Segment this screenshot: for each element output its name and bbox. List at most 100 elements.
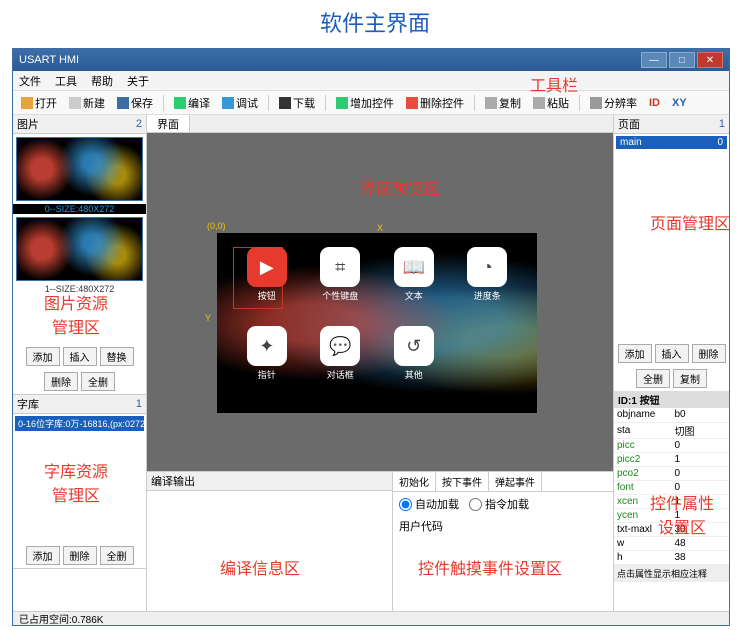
prop-key: xcen	[614, 494, 672, 508]
paste-button[interactable]: 粘贴	[529, 94, 573, 112]
font-add-button[interactable]: 添加	[26, 546, 60, 565]
prop-value[interactable]: 48	[672, 536, 730, 550]
font-delete-button[interactable]: 删除	[63, 546, 97, 565]
event-tab-init[interactable]: 初始化	[393, 472, 436, 491]
titlebar: USART HMI — □ ✕	[13, 49, 729, 71]
radio-cmdload-input[interactable]	[469, 498, 482, 511]
app-icon-3[interactable]: ◔进度条	[454, 247, 522, 320]
img-delall-button[interactable]: 全删	[81, 372, 115, 391]
download-icon	[279, 97, 291, 109]
font-delall-button[interactable]: 全删	[100, 546, 134, 565]
res-button[interactable]: 分辨率	[586, 94, 641, 112]
open-icon	[21, 97, 33, 109]
canvas-area[interactable]: (0,0) X Y ▶按钮⌗个性键盘📖文本◔进度条✦指针💬对话框↺其他	[147, 133, 613, 471]
prop-row[interactable]: txt-maxl30	[614, 522, 729, 536]
app-icon-0[interactable]: ▶按钮	[233, 247, 301, 320]
download-button[interactable]: 下载	[275, 94, 319, 112]
page-add-button[interactable]: 添加	[618, 344, 652, 363]
event-tab-release[interactable]: 弹起事件	[489, 472, 542, 491]
app-icon-5[interactable]: 💬对话框	[307, 326, 375, 399]
prop-row[interactable]: objnameb0	[614, 408, 729, 422]
app-icon-glyph: ↺	[394, 326, 434, 366]
app-icon-label: 对话框	[327, 368, 354, 381]
prop-value[interactable]: 0	[672, 438, 730, 452]
x-ruler: X	[377, 223, 383, 233]
prop-value[interactable]: 1	[672, 494, 730, 508]
page-insert-button[interactable]: 插入	[655, 344, 689, 363]
copy-button[interactable]: 复制	[481, 94, 525, 112]
app-icon-label: 指针	[258, 368, 276, 381]
prop-row[interactable]: font0	[614, 480, 729, 494]
menu-help[interactable]: 帮助	[91, 73, 113, 89]
page-panel-title: 页面	[618, 116, 640, 132]
page-panel: 页面1 main0 添加 插入 删除 全删 复制	[614, 115, 729, 391]
menu-file[interactable]: 文件	[19, 73, 41, 89]
minimize-button[interactable]: —	[641, 52, 667, 68]
page-copy-button[interactable]: 复制	[673, 369, 707, 388]
compile-button[interactable]: 编译	[170, 94, 214, 112]
prop-value[interactable]: b0	[672, 408, 730, 422]
image-count: 2	[136, 118, 142, 130]
addctrl-button[interactable]: 增加控件	[332, 94, 398, 112]
radio-autoload-input[interactable]	[399, 498, 412, 511]
menu-about[interactable]: 关于	[127, 73, 149, 89]
img-add-button[interactable]: 添加	[26, 347, 60, 366]
thumbnail-1[interactable]	[16, 217, 143, 281]
thumbnail-0[interactable]	[16, 137, 143, 201]
prop-row[interactable]: sta切图	[614, 422, 729, 438]
font-panel-title: 字库	[17, 396, 39, 412]
prop-row[interactable]: w48	[614, 536, 729, 550]
prop-row[interactable]: picc0	[614, 438, 729, 452]
prop-value[interactable]: 30	[672, 522, 730, 536]
close-button[interactable]: ✕	[697, 52, 723, 68]
save-button[interactable]: 保存	[113, 94, 157, 112]
app-icon-label: 个性键盘	[322, 289, 358, 302]
xy-button[interactable]: XY	[668, 96, 691, 110]
prop-value[interactable]: 1	[672, 452, 730, 466]
new-button[interactable]: 新建	[65, 94, 109, 112]
page-header: 软件主界面	[0, 0, 750, 48]
font-panel: 字库1 0-16位字库:0万-16816,(px:0272),size 添加 删…	[13, 395, 146, 569]
statusbar: 已占用空间:0.786K	[13, 611, 729, 625]
page-item-main[interactable]: main0	[616, 136, 727, 149]
radio-autoload[interactable]: 自动加载	[399, 496, 459, 512]
img-insert-button[interactable]: 插入	[63, 347, 97, 366]
device-preview: ▶按钮 ⌗ 个性键盘 📖文本◔进度条 ✦指针💬对话框↺其他	[217, 233, 537, 413]
copy-icon	[485, 97, 497, 109]
prop-value[interactable]: 38	[672, 550, 730, 564]
radio-cmdload[interactable]: 指令加载	[469, 496, 529, 512]
prop-row[interactable]: h38	[614, 550, 729, 564]
prop-row[interactable]: xcen1	[614, 494, 729, 508]
menu-tools[interactable]: 工具	[55, 73, 77, 89]
img-delete-button[interactable]: 删除	[44, 372, 78, 391]
id-button[interactable]: ID	[645, 96, 664, 110]
prop-value[interactable]: 0	[672, 480, 730, 494]
app-icon-6[interactable]: ↺其他	[380, 326, 448, 399]
app-icon-label: 文本	[405, 289, 423, 302]
page-delete-button[interactable]: 删除	[692, 344, 726, 363]
property-panel: ID:1 按钮 objnameb0sta切图picc0picc21pco20fo…	[614, 391, 729, 611]
prop-row[interactable]: ycen1	[614, 508, 729, 522]
app-icon-4[interactable]: ✦指针	[233, 326, 301, 399]
debug-button[interactable]: 调试	[218, 94, 262, 112]
image-panel: 图片2 0--SIZE:480X272 1--SIZE:480X272 添加 插…	[13, 115, 146, 395]
font-item-0[interactable]: 0-16位字库:0万-16816,(px:0272),size	[15, 416, 144, 431]
delctrl-button[interactable]: 删除控件	[402, 94, 468, 112]
maximize-button[interactable]: □	[669, 52, 695, 68]
prop-row[interactable]: picc21	[614, 452, 729, 466]
canvas-tab[interactable]: 界面	[147, 115, 190, 132]
app-icon-2[interactable]: 📖文本	[380, 247, 448, 320]
prop-key: objname	[614, 408, 672, 422]
open-button[interactable]: 打开	[17, 94, 61, 112]
prop-row[interactable]: pco20	[614, 466, 729, 480]
prop-key: sta	[614, 422, 672, 438]
img-replace-button[interactable]: 替换	[100, 347, 134, 366]
prop-key: pco2	[614, 466, 672, 480]
page-delall-button[interactable]: 全删	[636, 369, 670, 388]
prop-value[interactable]: 切图	[672, 422, 730, 438]
event-tab-press[interactable]: 按下事件	[436, 472, 489, 491]
app-icon-1[interactable]: ⌗ 个性键盘	[307, 247, 375, 320]
app-icon-glyph: ⌗	[320, 247, 360, 287]
prop-value[interactable]: 0	[672, 466, 730, 480]
prop-value[interactable]: 1	[672, 508, 730, 522]
